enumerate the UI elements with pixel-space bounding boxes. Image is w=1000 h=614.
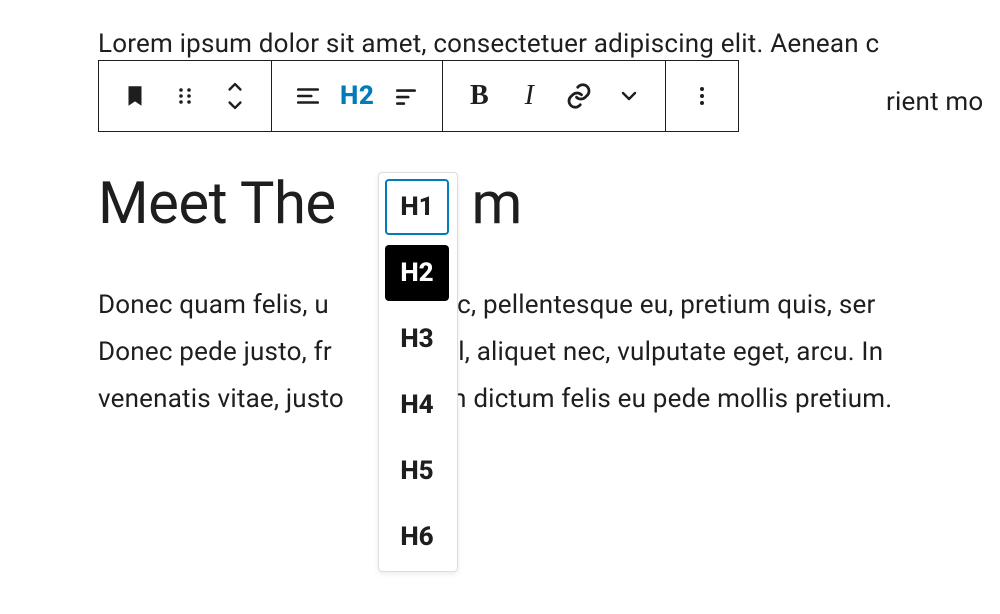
heading-option-h1[interactable]: H1 (385, 179, 449, 235)
paragraph-top-tail[interactable]: rient mo (886, 82, 983, 122)
page-heading[interactable]: Meet The m (98, 170, 522, 238)
heading-level-dropdown: H1 H2 H3 H4 H5 H6 (378, 172, 458, 572)
heading-level-button[interactable]: H2 (340, 78, 374, 114)
chevron-down-icon[interactable] (611, 78, 647, 114)
heading-option-h2[interactable]: H2 (385, 245, 449, 301)
bold-icon[interactable]: B (461, 78, 497, 114)
toolbar-group-more (666, 61, 738, 131)
more-vertical-icon[interactable] (684, 78, 720, 114)
toolbar-group-block (99, 61, 272, 131)
toolbar-group-heading: H2 (272, 61, 443, 131)
heading-text-before: Meet The (98, 170, 350, 238)
line-spacing-icon[interactable] (388, 78, 424, 114)
block-toolbar: H2 B I (98, 60, 739, 132)
link-icon[interactable] (561, 78, 597, 114)
editor-canvas: Lorem ipsum dolor sit amet, consectetuer… (0, 0, 1000, 614)
bookmark-icon[interactable] (117, 78, 153, 114)
toolbar-group-format: B I (443, 61, 666, 131)
heading-option-h3[interactable]: H3 (385, 311, 449, 367)
heading-text-after: m (471, 170, 521, 238)
heading-option-h6[interactable]: H6 (385, 509, 449, 565)
paragraph-body[interactable]: Donec quam felis, u nec, pellentesque eu… (98, 282, 892, 422)
heading-option-h4[interactable]: H4 (385, 377, 449, 433)
move-up-down-icon[interactable] (217, 78, 253, 114)
paragraph-top[interactable]: Lorem ipsum dolor sit amet, consectetuer… (98, 24, 879, 64)
align-left-icon[interactable] (290, 78, 326, 114)
drag-handle-icon[interactable] (167, 78, 203, 114)
italic-icon[interactable]: I (511, 78, 547, 114)
heading-option-h5[interactable]: H5 (385, 443, 449, 499)
